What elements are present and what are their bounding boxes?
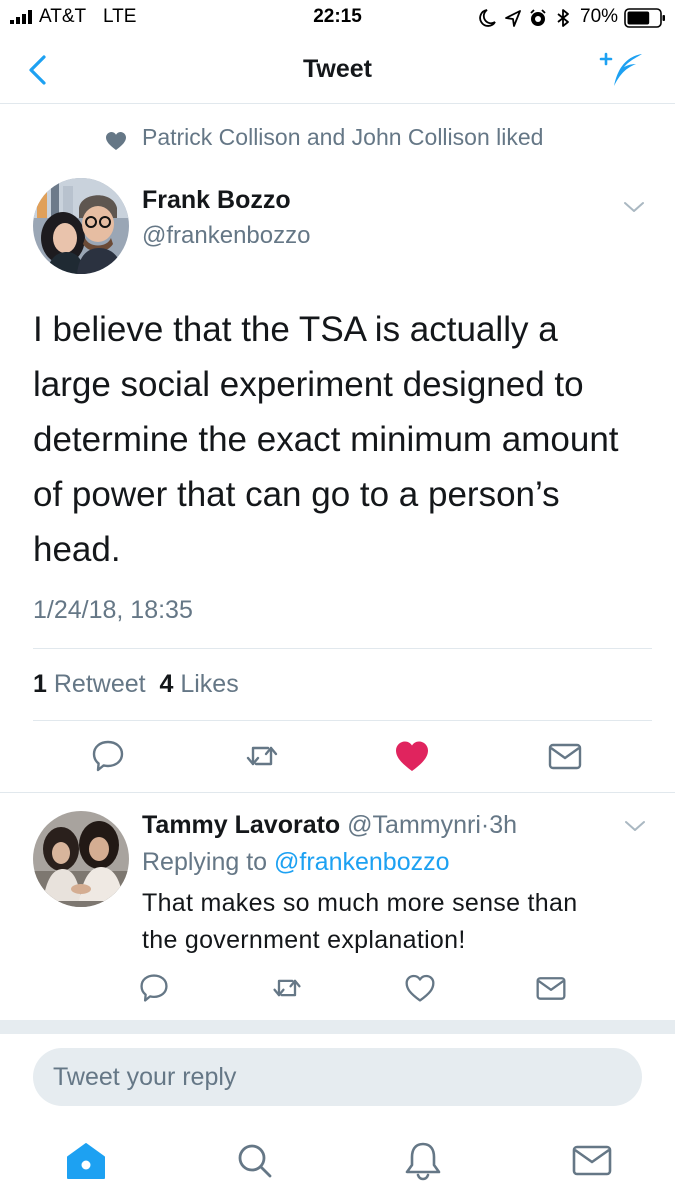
status-bar: AT&T LTE 22:15 70% <box>0 0 675 38</box>
tweet-text-line: I believe that the TSA is actually a <box>33 310 558 349</box>
avatar[interactable] <box>33 178 129 274</box>
direct-message-icon[interactable] <box>535 972 567 1004</box>
location-icon <box>505 10 521 27</box>
tweet-text-line: large social experiment designed to <box>33 365 584 404</box>
reply-icon[interactable] <box>90 738 126 774</box>
nav-bar: Tweet <box>0 38 675 104</box>
chevron-down-icon[interactable] <box>623 200 645 214</box>
status-icons <box>479 9 569 27</box>
tweet-text: I believe that the TSA is actually a lar… <box>33 302 648 577</box>
replying-to-handle[interactable]: @frankenbozzo <box>274 848 449 876</box>
social-context-text: Patrick Collison and John Collison liked <box>142 124 544 150</box>
retweet-icon[interactable] <box>244 738 280 774</box>
direct-message-icon[interactable] <box>547 738 583 774</box>
alarm-icon <box>530 9 546 26</box>
heart-icon <box>106 132 126 150</box>
reply-author-name[interactable]: Tammy Lavorato <box>142 811 340 839</box>
tab-bar <box>0 1124 675 1200</box>
page-title: Tweet <box>303 55 372 83</box>
reply-icon[interactable] <box>138 972 170 1004</box>
retweet-count[interactable]: 1 <box>33 670 47 698</box>
reply-input-placeholder: Tweet your reply <box>53 1063 237 1091</box>
author-name[interactable]: Frank Bozzo <box>142 186 291 215</box>
like-count[interactable]: 4 <box>159 670 173 698</box>
divider <box>0 792 675 793</box>
tweet-timestamp: 1/24/18, 18:35 <box>33 596 193 624</box>
battery-percent: 70% <box>580 6 619 27</box>
reply-text: That makes so much more sense than the g… <box>142 885 652 959</box>
retweet-label[interactable]: Retweet <box>54 670 146 698</box>
bluetooth-icon <box>557 9 569 27</box>
tweet-text-line: of power that can go to a person’s <box>33 475 560 514</box>
compose-tweet-icon[interactable] <box>598 50 646 90</box>
tweet-text-line: head. <box>33 530 121 569</box>
author-handle[interactable]: @frankenbozzo <box>142 222 310 250</box>
reply-text-line: the government explanation! <box>142 926 466 954</box>
home-icon[interactable] <box>64 1138 108 1182</box>
reply-avatar[interactable] <box>33 811 129 907</box>
like-icon[interactable] <box>404 972 436 1004</box>
chevron-down-icon[interactable] <box>624 819 646 833</box>
reply-age: 3h <box>489 811 518 839</box>
section-separator <box>0 1020 675 1034</box>
divider <box>33 648 652 649</box>
reply-author-line: Tammy Lavorato @Tammynri·3h <box>142 811 517 840</box>
tweet-stats: 1 Retweet 4 Likes <box>33 670 239 699</box>
replying-to-label: Replying to <box>142 848 268 876</box>
battery-icon <box>624 8 665 28</box>
like-icon[interactable] <box>394 738 430 774</box>
divider <box>33 720 652 721</box>
separator-dot: · <box>480 811 490 839</box>
retweet-icon[interactable] <box>271 972 303 1004</box>
replying-to: Replying to @frankenbozzo <box>142 848 450 877</box>
search-icon[interactable] <box>232 1138 276 1182</box>
tweet-text-line: determine the exact minimum amount <box>33 420 619 459</box>
messages-icon[interactable] <box>570 1138 614 1182</box>
notifications-icon[interactable] <box>401 1138 445 1182</box>
reply-input[interactable]: Tweet your reply <box>33 1048 642 1106</box>
reply-author-handle[interactable]: @Tammynri <box>347 811 481 839</box>
moon-icon <box>479 9 496 27</box>
reply-text-line: That makes so much more sense than <box>142 889 578 917</box>
like-label[interactable]: Likes <box>180 670 238 698</box>
